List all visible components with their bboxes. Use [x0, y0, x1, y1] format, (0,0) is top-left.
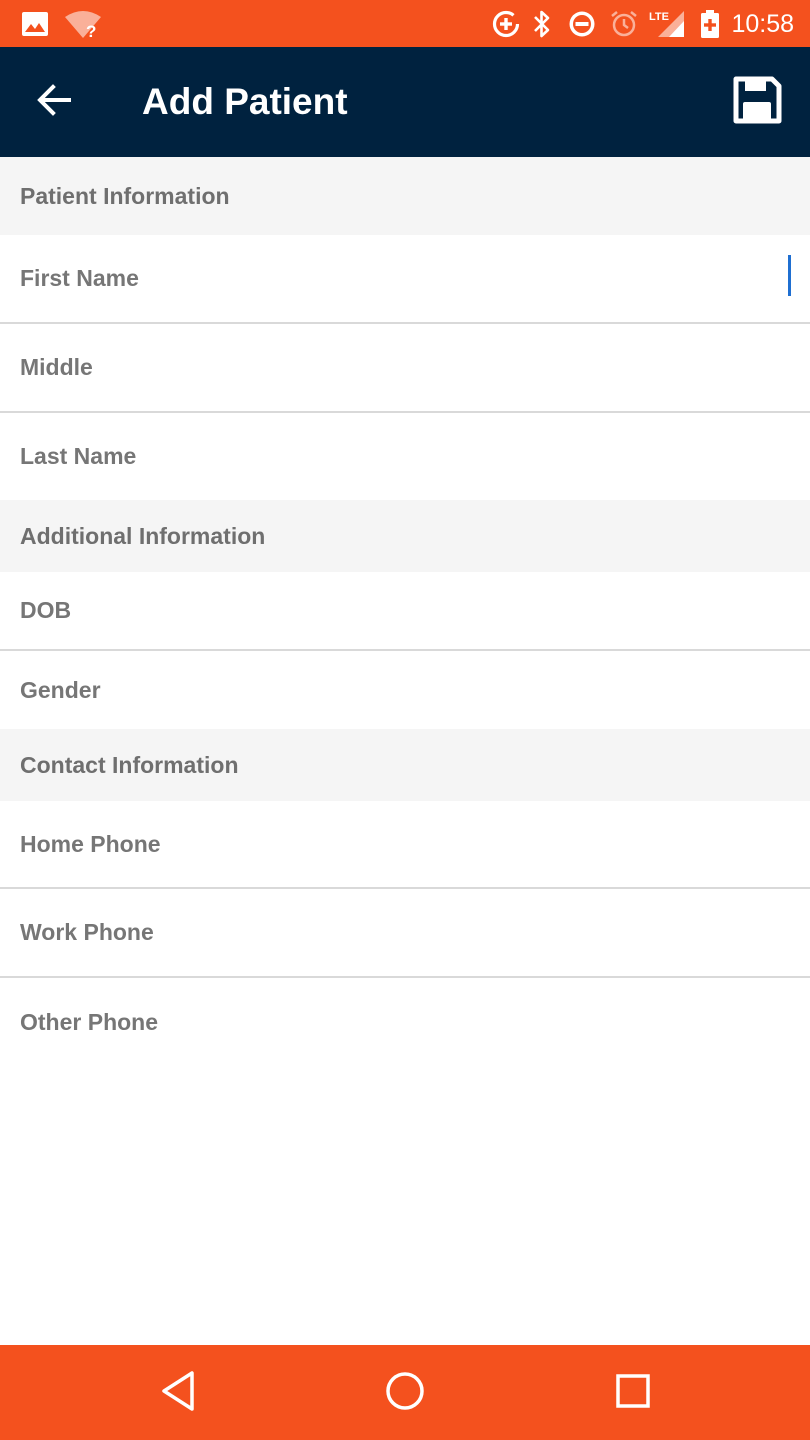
- home-phone-placeholder: Home Phone: [20, 830, 161, 857]
- middle-name-field[interactable]: Middle: [0, 324, 810, 413]
- recents-square-icon: [613, 1371, 653, 1416]
- home-circle-icon: [383, 1369, 427, 1418]
- image-icon: [21, 9, 49, 39]
- middle-name-placeholder: Middle: [20, 354, 93, 380]
- first-name-placeholder: First Name: [20, 265, 139, 291]
- section-header-patient-information: Patient Information: [0, 157, 810, 235]
- section-header-additional-information: Additional Information: [0, 500, 810, 572]
- nav-back-button[interactable]: [152, 1367, 204, 1419]
- lte-signal-icon: LTE: [648, 9, 686, 39]
- last-name-field[interactable]: Last Name: [0, 413, 810, 500]
- gender-placeholder: Gender: [20, 676, 101, 703]
- alarm-icon: [609, 9, 639, 39]
- first-name-field[interactable]: First Name: [0, 235, 810, 324]
- work-phone-placeholder: Work Phone: [20, 919, 154, 945]
- section-title: Contact Information: [20, 751, 239, 778]
- arrow-back-icon: [36, 82, 72, 123]
- app-bar: Add Patient: [0, 47, 810, 157]
- wifi-unknown-icon: ?: [64, 9, 102, 39]
- work-phone-field[interactable]: Work Phone: [0, 889, 810, 978]
- gender-field[interactable]: Gender: [0, 651, 810, 729]
- page-title: Add Patient: [142, 81, 348, 122]
- status-bar: ? LTE 10:58: [0, 0, 810, 47]
- battery-charging-icon: [699, 9, 721, 39]
- wifi-question-mark: ?: [86, 22, 96, 39]
- home-phone-field[interactable]: Home Phone: [0, 801, 810, 889]
- save-button[interactable]: [726, 71, 788, 133]
- back-button[interactable]: [22, 70, 86, 134]
- do-not-disturb-icon: [567, 9, 597, 39]
- last-name-placeholder: Last Name: [20, 443, 137, 469]
- patient-form: Patient Information First Name Middle La…: [0, 157, 810, 1067]
- section-title: Additional Information: [20, 522, 266, 549]
- data-saver-icon: [491, 9, 521, 39]
- back-triangle-icon: [158, 1369, 198, 1418]
- section-header-contact-information: Contact Information: [0, 729, 810, 801]
- dob-field[interactable]: DOB: [0, 572, 810, 651]
- text-cursor: [788, 255, 791, 296]
- bluetooth-icon: [531, 9, 553, 39]
- lte-label: LTE: [649, 11, 669, 23]
- nav-recents-button[interactable]: [607, 1367, 659, 1419]
- dob-placeholder: DOB: [20, 597, 72, 623]
- system-navigation-bar: [0, 1345, 810, 1440]
- other-phone-field[interactable]: Other Phone: [0, 978, 810, 1067]
- other-phone-placeholder: Other Phone: [20, 1009, 159, 1035]
- status-time: 10:58: [731, 10, 794, 38]
- nav-home-button[interactable]: [379, 1367, 431, 1419]
- save-floppy-icon: [732, 75, 782, 130]
- section-title: Patient Information: [20, 182, 230, 209]
